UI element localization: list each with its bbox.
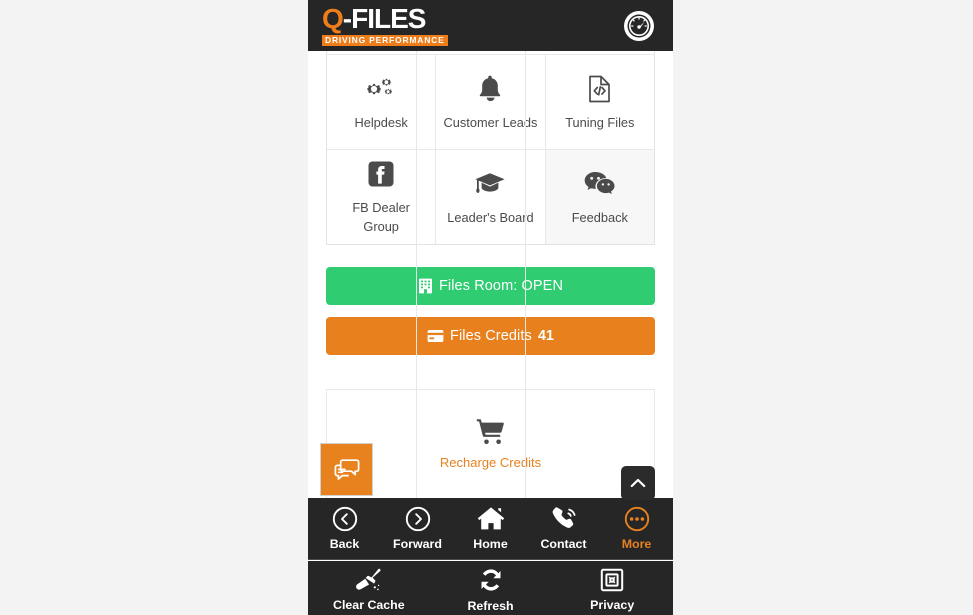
nav-item-clear-cache[interactable]: Clear Cache: [308, 565, 430, 612]
facebook-square-icon: [368, 159, 394, 189]
nav-item-more[interactable]: More: [600, 506, 673, 551]
home-icon: [477, 506, 505, 532]
nav-item-label: Clear Cache: [333, 597, 405, 612]
nav-item-label: Forward: [393, 537, 442, 551]
files-credits-value: 41: [537, 328, 554, 344]
nav-item-label: Back: [329, 537, 360, 551]
graduation-cap-icon: [474, 169, 506, 199]
bell-icon: [478, 74, 502, 104]
recharge-credits-card[interactable]: Recharge Credits: [326, 389, 655, 498]
logo-letter-q: Q: [322, 3, 344, 35]
ellipsis-circle-icon: [624, 506, 650, 532]
files-credits-label: Files Credits: [449, 328, 532, 344]
arrow-circle-right-icon: [405, 506, 431, 532]
grid-item-leaders-board[interactable]: Leader's Board: [435, 150, 545, 244]
phone-icon: [551, 506, 577, 532]
nav-item-privacy[interactable]: Privacy: [551, 565, 673, 612]
safe-icon: [600, 568, 624, 592]
broom-icon: [355, 568, 383, 592]
bottom-nav-primary: Back Forward Home Contact More: [308, 498, 673, 560]
nav-item-label: More: [621, 537, 652, 551]
scroll-content[interactable]: Helpdesk Customer Leads Tuning Files FB …: [308, 51, 673, 498]
building-icon: [418, 278, 433, 294]
file-code-icon: [588, 74, 611, 104]
nav-item-label: Privacy: [590, 597, 635, 612]
sync-icon: [478, 567, 504, 593]
shortcut-grid: Helpdesk Customer Leads Tuning Files FB …: [326, 55, 655, 245]
grid-item-label: FB Dealer Group: [352, 200, 410, 234]
brand-logo[interactable]: Q-FILES DRIVING PERFORMANCE: [322, 5, 448, 46]
grid-item-label: Leader's Board: [447, 209, 534, 225]
tachometer-icon[interactable]: [623, 10, 655, 42]
app-header: Q-FILES DRIVING PERFORMANCE: [308, 0, 673, 51]
nav-item-home[interactable]: Home: [454, 506, 527, 551]
nav-item-contact[interactable]: Contact: [527, 506, 600, 551]
app-viewport: Q-FILES DRIVING PERFORMANCE Helpdesk Cus…: [308, 0, 673, 615]
logo-wordmark: Q-FILES: [322, 3, 427, 35]
grid-item-label: Customer Leads: [443, 114, 538, 130]
nav-item-label: Contact: [540, 537, 587, 551]
grid-item-fb-dealer-group[interactable]: FB Dealer Group: [327, 150, 436, 244]
shopping-cart-icon: [476, 418, 506, 445]
grid-item-tuning-files[interactable]: Tuning Files: [544, 55, 654, 149]
page-root: Q-FILES DRIVING PERFORMANCE Helpdesk Cus…: [0, 0, 973, 615]
grid-item-helpdesk[interactable]: Helpdesk: [327, 55, 436, 149]
logo-text: -FILES: [342, 3, 427, 35]
bottom-nav-secondary: Clear Cache Refresh Privacy: [308, 561, 673, 615]
grid-item-label: Tuning Files: [565, 114, 635, 130]
nav-item-label: Refresh: [467, 598, 514, 613]
chat-widget-button[interactable]: [320, 443, 373, 496]
arrow-circle-left-icon: [332, 506, 358, 532]
grid-item-customer-leads[interactable]: Customer Leads: [435, 55, 545, 149]
comments-icon: [334, 458, 360, 482]
grid-item-label: Feedback: [571, 209, 628, 225]
logo-tagline: DRIVING PERFORMANCE: [322, 35, 448, 46]
nav-item-back[interactable]: Back: [308, 506, 381, 551]
grid-row: FB Dealer Group Leader's Board Feedback: [327, 149, 654, 244]
grid-item-feedback[interactable]: Feedback: [544, 150, 654, 244]
grid-row: Helpdesk Customer Leads Tuning Files: [327, 55, 654, 149]
nav-item-label: Home: [473, 537, 508, 551]
grid-item-label: Helpdesk: [354, 114, 408, 130]
wechat-icon: [584, 169, 615, 199]
scroll-to-top-button[interactable]: [621, 466, 655, 500]
files-room-button[interactable]: Files Room: OPEN: [326, 267, 655, 305]
cogs-icon: [367, 74, 395, 104]
files-credits-button[interactable]: Files Credits 41: [326, 317, 655, 355]
files-room-label: Files Room: OPEN: [438, 278, 564, 294]
nav-item-refresh[interactable]: Refresh: [430, 564, 552, 613]
credit-card-icon: [427, 329, 444, 343]
chevron-up-icon: [630, 478, 646, 488]
nav-item-forward[interactable]: Forward: [381, 506, 454, 551]
